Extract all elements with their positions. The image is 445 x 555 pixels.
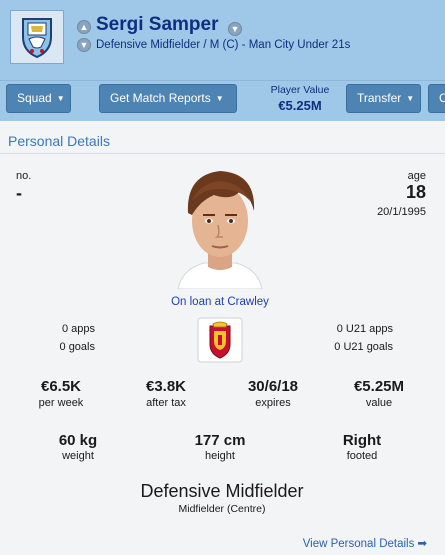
height-label: height bbox=[205, 450, 235, 462]
footed-value: Right bbox=[342, 432, 382, 449]
chevron-down-icon[interactable]: ▼ bbox=[228, 22, 242, 36]
squad-number-value: - bbox=[16, 183, 22, 203]
view-personal-details-label: View Personal Details bbox=[302, 538, 415, 550]
after-tax-label: after tax bbox=[146, 397, 186, 409]
contract-expiry-label: expires bbox=[255, 397, 291, 409]
transfer-button[interactable]: Transfer ▼ bbox=[346, 84, 421, 113]
primary-position: Defensive Midfielder bbox=[140, 481, 304, 501]
goals-stat: 0 goals bbox=[59, 341, 95, 353]
toolbar: Squad ▼ Get Match Reports ▼ Player Value €… bbox=[0, 80, 445, 121]
player-role-line: Defensive Midfielder / M (C) - Man City … bbox=[96, 39, 351, 51]
weight-label: weight bbox=[62, 450, 94, 462]
personal-details-panel: Personal Details no. - age 18 20/1/1995 … bbox=[0, 121, 445, 555]
divider bbox=[0, 153, 445, 154]
after-tax-value: €3.8K bbox=[145, 378, 187, 395]
wage-value: €6.5K bbox=[40, 378, 82, 395]
club-badge-icon[interactable] bbox=[10, 10, 64, 64]
squad-button[interactable]: Squad ▼ bbox=[6, 84, 71, 113]
squad-button-label: Squad bbox=[17, 91, 52, 105]
player-value-label: Player Value bbox=[270, 84, 330, 96]
transfer-button-label: Transfer bbox=[357, 91, 402, 105]
get-match-reports-button[interactable]: Get Match Reports ▼ bbox=[99, 84, 237, 113]
cut-off-button-label: C bbox=[439, 91, 445, 105]
contract-expiry-value: 30/6/18 bbox=[247, 378, 299, 395]
footed-label: footed bbox=[346, 450, 378, 462]
squad-number-label: no. bbox=[16, 170, 32, 182]
player-name: Sergi Samper bbox=[96, 14, 219, 35]
age-label: age bbox=[407, 170, 426, 182]
apps-stat: 0 apps bbox=[61, 323, 95, 335]
weight-value: 60 kg bbox=[58, 432, 98, 449]
chevron-down-icon: ▼ bbox=[56, 94, 65, 103]
u21-apps-stat: 0 U21 apps bbox=[336, 323, 393, 335]
section-title: Personal Details bbox=[8, 133, 110, 149]
age-value: 18 bbox=[405, 182, 426, 202]
u21-goals-stat: 0 U21 goals bbox=[334, 341, 393, 353]
view-personal-details-link[interactable]: View Personal Details ➡ bbox=[303, 536, 427, 550]
reports-button-label: Get Match Reports bbox=[110, 91, 211, 105]
arrow-right-icon: ➡ bbox=[417, 538, 427, 550]
chevron-down-icon: ▼ bbox=[215, 94, 224, 103]
chevron-down-icon: ▼ bbox=[406, 94, 415, 103]
date-of-birth: 20/1/1995 bbox=[377, 206, 426, 218]
player-value: €5.25M bbox=[278, 98, 322, 113]
position-detail: Midfielder (Centre) bbox=[178, 503, 266, 515]
player-photo bbox=[170, 161, 270, 290]
height-value: 177 cm bbox=[194, 432, 246, 449]
transfer-value-label: value bbox=[365, 397, 393, 409]
loan-status-link[interactable]: On loan at Crawley bbox=[120, 296, 320, 308]
spain-crest-icon[interactable] bbox=[197, 317, 243, 363]
player-header: ▲ ▼ Sergi Samper ▼ Defensive Midfielder … bbox=[0, 0, 445, 80]
wage-label: per week bbox=[38, 397, 84, 409]
next-player-button[interactable]: ▼ bbox=[77, 38, 91, 52]
previous-player-button[interactable]: ▲ bbox=[77, 20, 91, 34]
transfer-value: €5.25M bbox=[353, 378, 405, 395]
cut-off-button[interactable]: C bbox=[428, 84, 445, 113]
